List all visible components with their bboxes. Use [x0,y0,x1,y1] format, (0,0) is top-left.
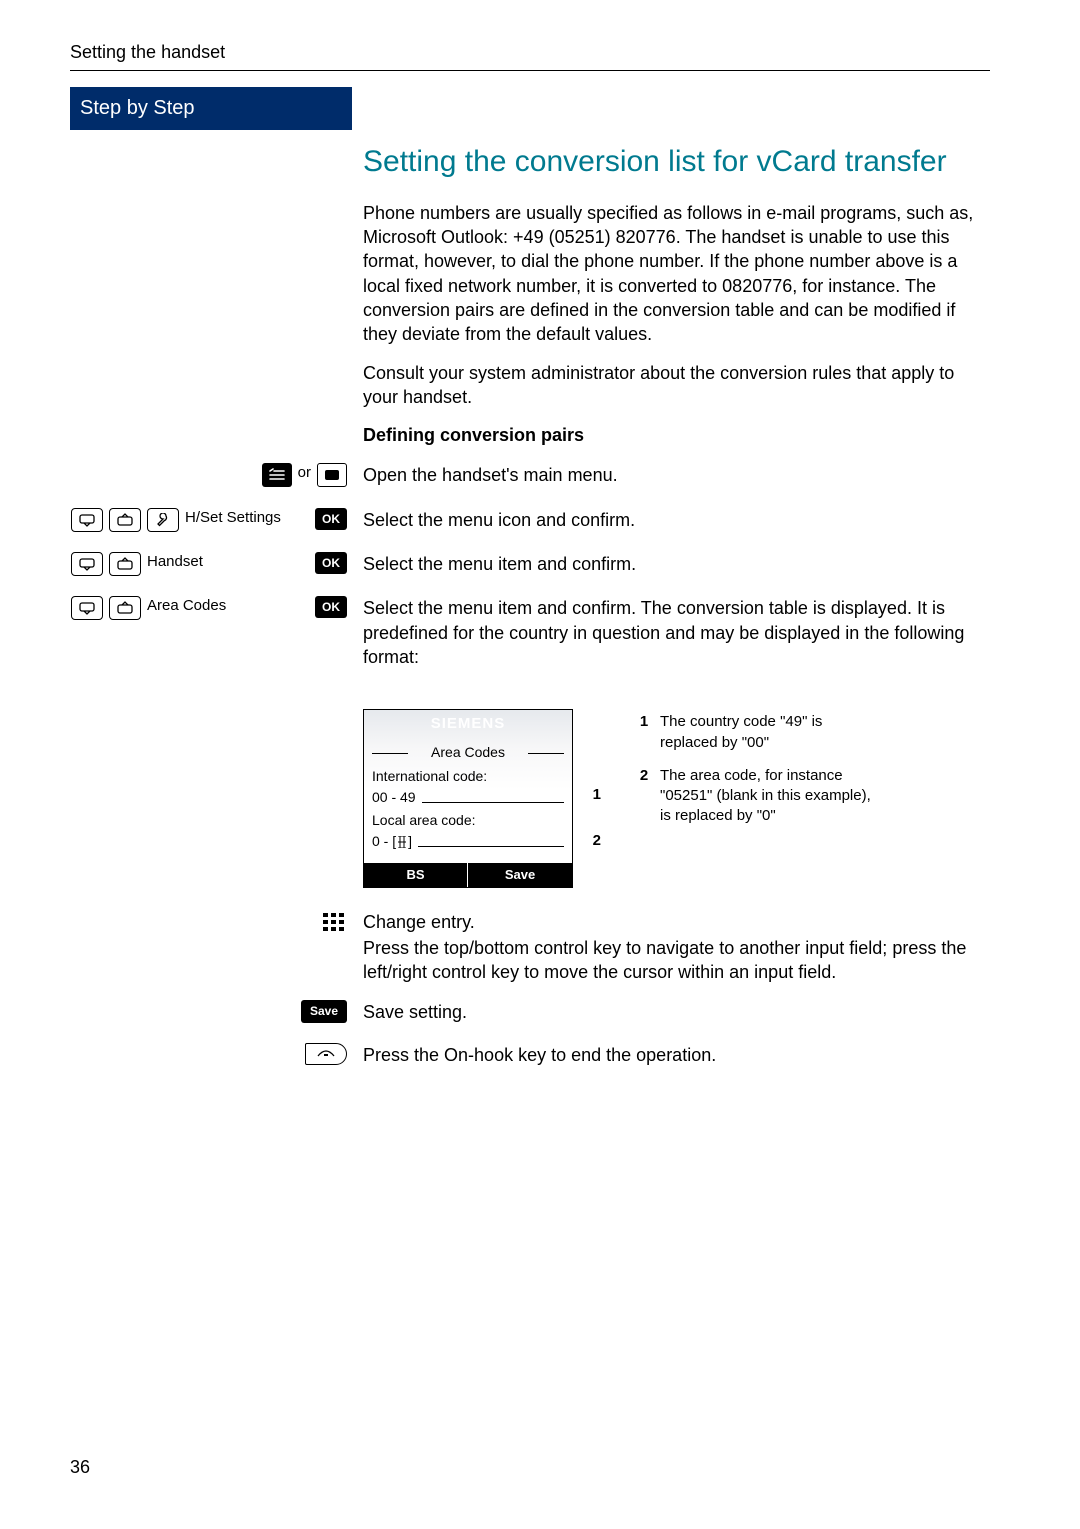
layout-table: Setting the conversion list for vCard tr… [70,136,990,1083]
center-dot-icon [325,470,339,480]
legend-num-1: 1 [631,711,657,763]
step-select-item2-text: Select the menu item and confirm. The co… [363,596,989,669]
wrench-icon[interactable] [147,508,179,532]
onhook-key-row [71,1043,347,1065]
nav-up-icon[interactable] [109,596,141,620]
page-section-header: Setting the handset [70,40,990,71]
navigate-text: Press the top/bottom control key to navi… [363,936,989,985]
step-hset-row: H/Set Settings OK [71,508,347,532]
page-title: Setting the conversion list for vCard tr… [363,143,989,181]
save-softkey-row: Save [71,1000,347,1022]
page-number: 36 [70,1455,90,1479]
keypad-icon-row [71,910,347,936]
nav-up-icon[interactable] [109,552,141,576]
center-key-icon[interactable] [317,463,347,487]
nav-down-icon[interactable] [71,596,103,620]
step-select-icon-text: Select the menu icon and confirm. [363,508,989,532]
menu-icon[interactable] [262,463,292,487]
legend-num-2: 2 [631,765,657,837]
areacodes-label: Area Codes [147,596,309,616]
phone-screen-figure: SIEMENS Area Codes International code: 0… [363,709,989,887]
legend-table: 1 The country code "49" is replaced by "… [629,709,879,838]
softkey-bs[interactable]: BS [364,863,468,887]
save-setting-text: Save setting. [363,1000,989,1024]
document-page: Setting the handset Step by Step Setting… [0,0,1080,1529]
local-code-value: 0 - [‎‎ [372,832,396,851]
change-entry-text: Change entry. [363,910,989,934]
screen-title: Area Codes [372,743,564,764]
steps-column [70,136,355,462]
step-select-item1-text: Select the menu item and confirm. [363,552,989,576]
step-open-menu-text: Open the handset's main menu. [363,463,989,487]
legend-text-2: The area code, for instance "05251" (bla… [659,765,877,837]
ok-button[interactable]: OK [315,508,347,530]
nav-up-icon[interactable] [109,508,141,532]
hset-settings-label: H/Set Settings [185,508,309,528]
legend-text-1: The country code "49" is replaced by "00… [659,711,877,763]
nav-down-icon[interactable] [71,508,103,532]
ok-button[interactable]: OK [315,596,347,618]
cursor-icon [396,836,408,848]
step-areacodes-row: Area Codes OK [71,596,347,620]
subheading-defining-pairs: Defining conversion pairs [363,423,989,447]
brand-bar: SIEMENS [364,710,572,738]
step-handset-row: Handset OK [71,552,347,576]
save-softkey[interactable]: Save [301,1000,347,1022]
keypad-icon[interactable] [321,910,347,936]
content-column: Setting the conversion list for vCard tr… [355,136,990,462]
intro-paragraph-1: Phone numbers are usually specified as f… [363,201,989,347]
phone-screen: SIEMENS Area Codes International code: 0… [363,709,573,887]
step-open-menu-icons: or [71,463,347,487]
onhook-text: Press the On-hook key to end the operati… [363,1043,989,1067]
or-label: or [298,463,311,483]
step-by-step-heading: Step by Step [70,87,352,130]
local-code-value-end: ] [408,832,412,851]
callout-1: 1 [593,785,601,805]
handset-label: Handset [147,552,309,572]
intl-code-label: International code: [372,767,564,786]
ok-button[interactable]: OK [315,552,347,574]
local-code-label: Local area code: [372,811,564,830]
intl-code-value: 00 - 49 [372,788,416,807]
nav-down-icon[interactable] [71,552,103,576]
softkey-save[interactable]: Save [468,863,572,887]
callout-2: 2 [593,831,601,851]
onhook-key-icon[interactable] [305,1043,347,1065]
intro-paragraph-2: Consult your system administrator about … [363,361,989,410]
